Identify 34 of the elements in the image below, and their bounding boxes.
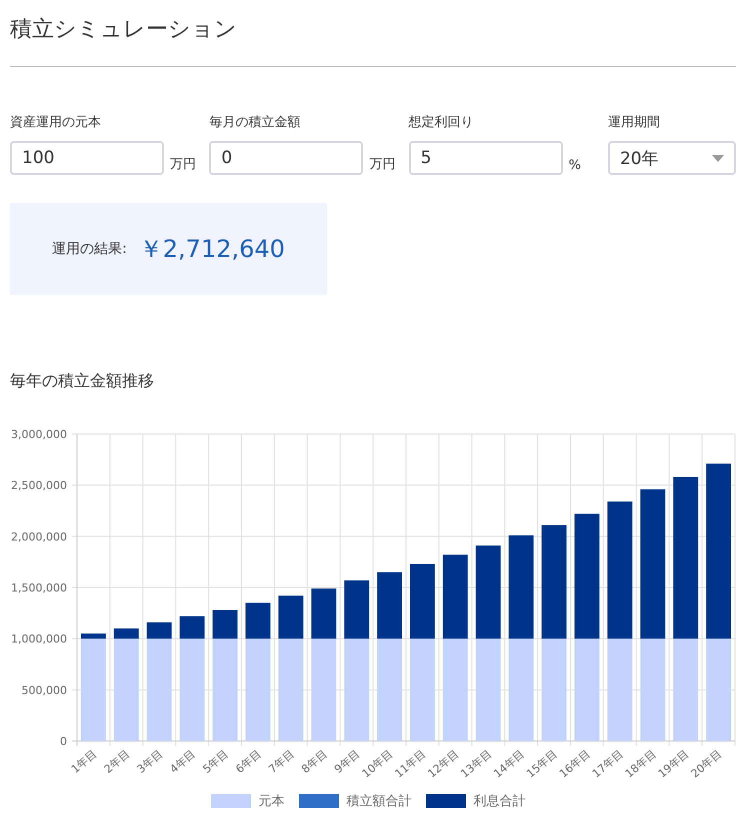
caret-icon	[712, 154, 724, 162]
result-label: 運用の結果:	[52, 240, 127, 258]
y-tick-label: 3,000,000	[11, 428, 67, 441]
x-tick-label: 4年目	[168, 747, 198, 776]
y-tick-label: 1,500,000	[11, 582, 67, 594]
period-dropdown[interactable]: 20年	[608, 141, 736, 175]
x-tick-label: 2年目	[102, 747, 132, 776]
field-label: 運用期間	[608, 114, 661, 131]
x-tick-label: 7年目	[266, 747, 297, 776]
y-tick-label: 1,000,000	[11, 632, 67, 646]
page-title: 積立シミュレーション	[10, 16, 238, 44]
field-label: 想定利回り	[408, 114, 475, 131]
unit-label: %	[568, 158, 582, 175]
x-tick-label: 3年目	[134, 747, 166, 776]
x-tick-label: 8年目	[299, 747, 330, 776]
result-value: ￥2,712,640	[138, 234, 285, 265]
input-field[interactable]: 5	[408, 141, 563, 175]
chart-title: 毎年の積立金額推移	[10, 371, 155, 392]
unit-label: 万円	[369, 156, 396, 174]
unit-label: 万円	[170, 156, 196, 174]
y-tick-label: 500,000	[22, 684, 67, 697]
x-tick-label: 1年目	[68, 747, 100, 776]
field-label: 資産運用の元本	[10, 114, 102, 131]
x-tick-label: 6年目	[233, 747, 264, 776]
field-label: 毎月の積立金額	[209, 114, 302, 131]
legend-label: 利息合計	[474, 793, 526, 810]
y-tick-label: 2,500,000	[11, 479, 67, 492]
y-tick-label: 0	[60, 735, 67, 748]
legend-label: 積立額合計	[346, 793, 412, 810]
y-tick-label: 2,000,000	[11, 530, 67, 544]
legend-label: 元本	[258, 793, 284, 810]
input-field[interactable]: 0	[209, 141, 364, 175]
input-field[interactable]: 100	[10, 141, 164, 175]
x-tick-label: 5年目	[200, 747, 231, 776]
